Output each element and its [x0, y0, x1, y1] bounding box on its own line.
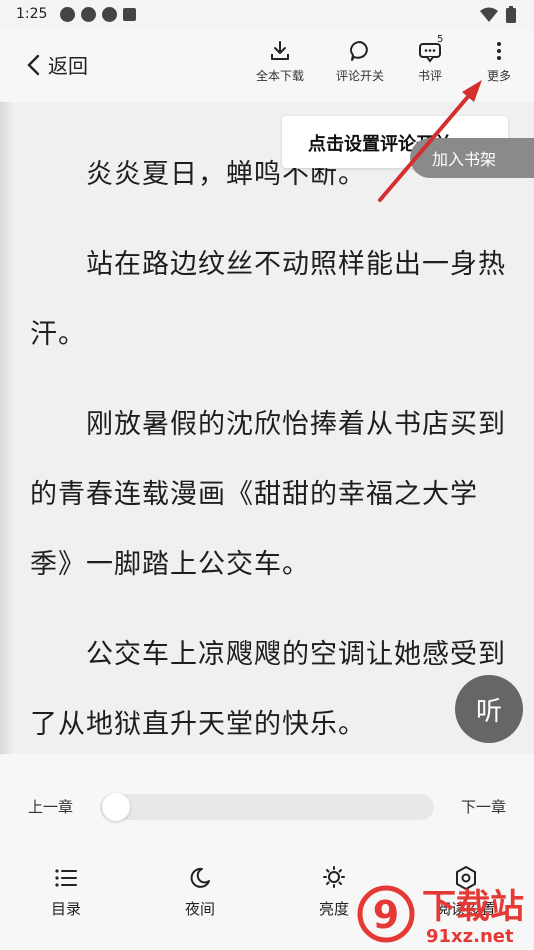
app-notification-icon	[60, 7, 75, 22]
chapter-progress-slider[interactable]	[100, 793, 434, 821]
watermark-url: 91xz.net	[426, 926, 514, 947]
app-notification-icon	[81, 7, 96, 22]
page-edge	[0, 102, 14, 754]
back-label: 返回	[48, 54, 88, 78]
watermark-logo: 9 下载站 91xz.net	[357, 885, 524, 947]
app-notification-icon	[123, 8, 136, 21]
chevron-left-icon	[27, 54, 40, 75]
status-time: 1:25	[16, 6, 48, 22]
download-icon	[271, 41, 289, 60]
comment-toggle-label: 评论开关	[335, 69, 384, 83]
battery-icon	[506, 6, 516, 23]
watermark-brand: 下载站	[422, 887, 524, 927]
night-mode-button[interactable]: 夜间	[160, 864, 240, 919]
comment-toggle-button[interactable]: 评论开关	[330, 38, 390, 84]
site-watermark: 9 下载站 91xz.net	[356, 870, 534, 950]
review-count-badge: 5	[437, 34, 444, 45]
paragraph: 公交车上凉飕飕的空调让她感受到了从地狱直升天堂的快乐。	[30, 639, 506, 740]
list-icon	[55, 869, 77, 887]
wifi-icon	[480, 7, 498, 22]
moon-icon	[190, 867, 210, 888]
download-all-button[interactable]: 全本下载	[250, 38, 310, 84]
book-review-button[interactable]: 5 书评	[400, 34, 460, 84]
comment-icon	[350, 41, 368, 61]
next-chapter-button[interactable]: 下一章	[461, 796, 506, 817]
listen-button[interactable]: 听	[455, 675, 523, 743]
chapter-row: 上一章 下一章	[0, 786, 534, 826]
status-bar: 1:25	[0, 0, 534, 30]
brightness-icon	[323, 866, 345, 888]
more-button[interactable]: 更多	[469, 38, 529, 84]
paragraph: 刚放暑假的沈欣怡捧着从书店买到的青春连载漫画《甜甜的幸福之大学季》一脚踏上公交车…	[30, 409, 506, 580]
paragraph: 站在路边纹丝不动照样能出一身热汗。	[30, 249, 506, 350]
reading-area[interactable]: 炎炎夏日，蝉鸣不断。 站在路边纹丝不动照样能出一身热汗。 刚放暑假的沈欣怡捧着从…	[0, 102, 534, 754]
prev-chapter-button[interactable]: 上一章	[28, 796, 73, 817]
notification-icons	[60, 7, 136, 22]
back-button[interactable]: 返回	[26, 50, 88, 79]
book-review-label: 书评	[417, 69, 442, 83]
more-vertical-icon	[497, 42, 501, 60]
toc-button[interactable]: 目录	[26, 864, 106, 919]
brightness-label: 亮度	[318, 900, 349, 918]
watermark-logo-text: 9	[373, 893, 399, 937]
slider-knob[interactable]	[102, 793, 130, 821]
add-to-shelf-button[interactable]: 加入书架	[410, 138, 534, 178]
night-mode-label: 夜间	[184, 900, 215, 918]
toc-label: 目录	[50, 900, 81, 918]
app-notification-icon	[102, 7, 117, 22]
reader-toolbar: 返回 全本下载 评论开关 5 书评 更多	[0, 30, 534, 102]
more-label: 更多	[486, 69, 511, 83]
download-all-label: 全本下载	[255, 69, 304, 83]
